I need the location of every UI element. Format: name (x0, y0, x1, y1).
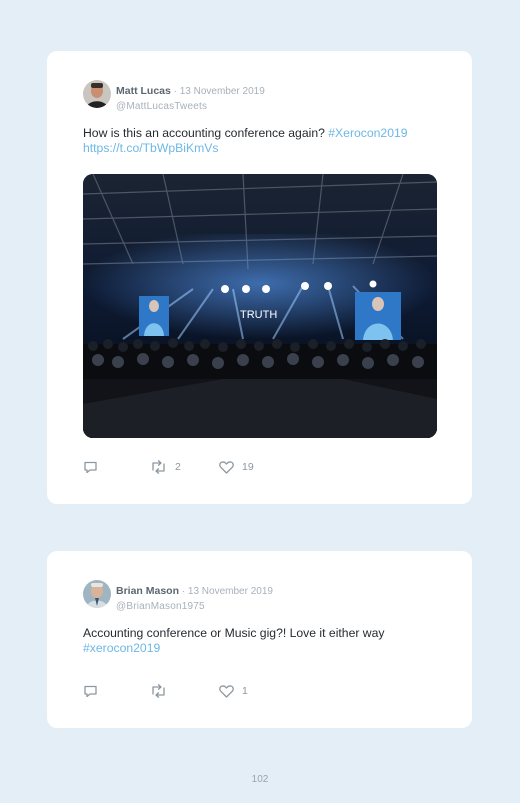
author-block: Brian Mason · 13 November 2019 @BrianMas… (116, 581, 273, 612)
author-name[interactable]: Matt Lucas (116, 85, 171, 97)
like-button[interactable]: 19 (219, 459, 254, 475)
like-button[interactable]: 1 (219, 683, 248, 699)
retweet-count: 2 (175, 461, 181, 473)
author-handle[interactable]: @BrianMason1975 (116, 601, 273, 612)
heart-icon (219, 460, 234, 474)
tweet-body: How is this an accounting conference aga… (83, 126, 329, 140)
like-count: 19 (242, 461, 254, 473)
reply-icon (83, 684, 98, 698)
reply-icon (83, 460, 98, 474)
retweet-icon (150, 684, 167, 698)
retweet-button[interactable] (150, 683, 167, 699)
hashtag-link[interactable]: #Xerocon2019 (328, 126, 407, 140)
tweet-card: Brian Mason · 13 November 2019 @BrianMas… (47, 551, 472, 728)
url-link[interactable]: https://t.co/TbWpBiKmVs (83, 141, 218, 155)
author-block: Matt Lucas · 13 November 2019 @MattLucas… (116, 81, 265, 112)
reply-button[interactable] (83, 459, 98, 475)
like-count: 1 (242, 685, 248, 697)
reply-button[interactable] (83, 683, 98, 699)
tweet-date[interactable]: · 13 November 2019 (179, 586, 273, 597)
tweet-body: Accounting conference or Music gig?! Lov… (83, 626, 385, 640)
tweet-card: Matt Lucas · 13 November 2019 @MattLucas… (47, 51, 472, 504)
author-name[interactable]: Brian Mason (116, 585, 179, 597)
avatar[interactable] (83, 580, 111, 608)
page-number: 102 (251, 774, 269, 785)
retweet-icon (150, 460, 167, 474)
tweet-photo[interactable]: TRUTH (83, 174, 437, 438)
avatar[interactable] (83, 80, 111, 108)
stage-text: TRUTH (240, 309, 277, 321)
tweet-actions: 1 (83, 683, 423, 701)
retweet-button[interactable]: 2 (150, 459, 181, 475)
tweet-text: How is this an accounting conference aga… (83, 126, 443, 156)
tweet-date[interactable]: · 13 November 2019 (171, 86, 265, 97)
tweet-actions: 2 19 (83, 459, 423, 477)
tweet-text: Accounting conference or Music gig?! Lov… (83, 626, 443, 656)
hashtag-link[interactable]: #xerocon2019 (83, 641, 160, 655)
heart-icon (219, 684, 234, 698)
author-handle[interactable]: @MattLucasTweets (116, 101, 265, 112)
